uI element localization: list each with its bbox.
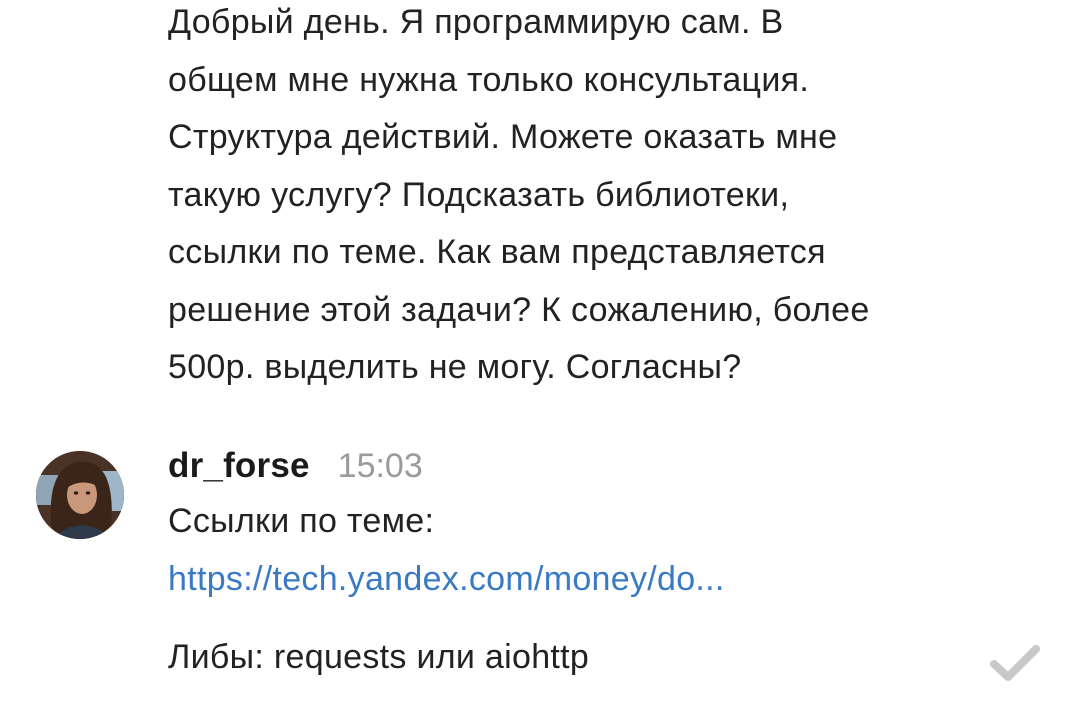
chat-view: Добрый день. Я программирую сам. В общем… xyxy=(0,0,1072,728)
link-row: https://tech.yandex.com/money/do... xyxy=(168,560,725,599)
avatar[interactable] xyxy=(36,451,124,539)
previous-message-text: Добрый день. Я программирую сам. В общем… xyxy=(168,3,870,386)
links-label: Ссылки по теме: xyxy=(168,502,435,540)
checkmark-icon xyxy=(990,645,1040,681)
avatar-image xyxy=(36,451,124,539)
libs-text: Либы: requests или aiohttp xyxy=(168,638,590,676)
message-timestamp: 15:03 xyxy=(337,447,423,485)
message-header: dr_forse 15:03 xyxy=(168,446,423,496)
message-link[interactable]: https://tech.yandex.com/money/do... xyxy=(168,560,725,598)
author-name[interactable]: dr_forse xyxy=(168,446,310,486)
